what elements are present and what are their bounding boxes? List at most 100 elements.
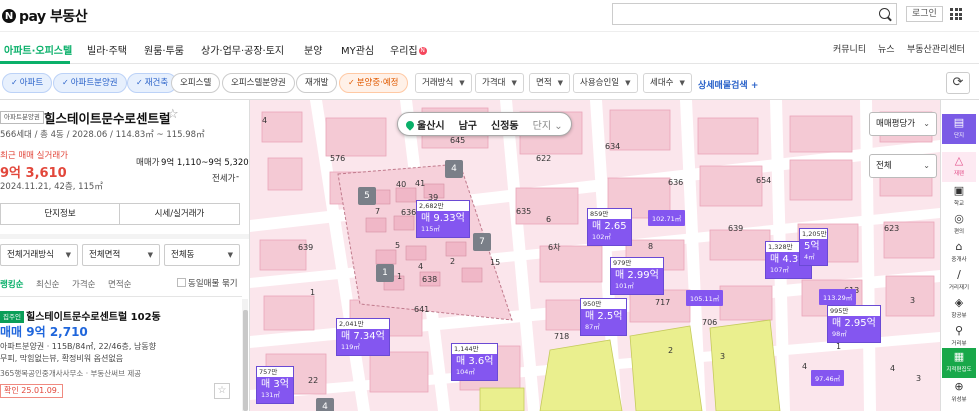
price-type-select[interactable]: 매매평당가 ⌄ (869, 112, 937, 136)
dropdown-trade-type[interactable]: 거래방식 ▼ (415, 73, 472, 93)
tool-label: 거리뷰 (951, 341, 967, 347)
chip-apartment[interactable]: ✓ 아파트 (2, 73, 53, 93)
tool-label: 항공뷰 (951, 313, 967, 319)
select-area[interactable]: 전체면적 ▼ (82, 244, 160, 266)
tab-villa-house[interactable]: 빌라·주택 (87, 42, 127, 57)
scrollbar-thumb[interactable] (243, 310, 248, 411)
tool-realtor[interactable]: ⌂ 중개사 (942, 238, 976, 268)
tool-school[interactable]: ▣ 학교 (942, 182, 976, 212)
sort-ranking[interactable]: 랭킹순 (0, 278, 23, 290)
location-breadcrumb[interactable]: 울산시 남구 신정동 단지 ⌄ (397, 112, 572, 136)
search-box[interactable] (612, 3, 897, 25)
cluster-marker[interactable]: 7 (473, 233, 491, 251)
tool-satellite[interactable]: ⊕ 위성뷰 (942, 378, 976, 408)
tool-convenience[interactable]: ◎ 편의 (942, 210, 976, 240)
chip-officetel-presale-right[interactable]: 오피스텔분양권 (222, 73, 295, 93)
price-marker[interactable]: 1,144만 매 3.6억 104㎡ (451, 343, 499, 381)
price-marker[interactable]: 995만 매 2.95억 98㎡ (827, 305, 881, 343)
community-link[interactable]: 커뮤니티 (833, 42, 866, 55)
chip-label: 재건축 (144, 78, 169, 88)
price-marker[interactable]: 859만 매 2.65 102㎡ (587, 208, 632, 246)
search-input[interactable] (613, 4, 868, 24)
convenience-icon: ◎ (954, 212, 964, 225)
lot-number: 636 (401, 208, 417, 217)
search-icon[interactable] (879, 8, 890, 19)
chip-officetel[interactable]: 오피스텔 (171, 73, 221, 93)
select-trade-type[interactable]: 전체거래방식 ▼ (0, 244, 78, 266)
loc-gu[interactable]: 남구 (459, 117, 477, 132)
loc-city[interactable]: 울산시 (404, 117, 445, 132)
price-history-button[interactable]: 시세/실거래가 (119, 203, 240, 225)
tool-measure[interactable]: ∕ 거리재기 (942, 266, 976, 296)
tool-aerial-view[interactable]: ◈ 항공뷰 (942, 294, 976, 324)
tool-redevelopment[interactable]: △ 재팬 (942, 152, 976, 182)
aerial-icon: ◈ (954, 296, 964, 309)
lot-number: 5 (395, 241, 401, 250)
tool-cadastral-map[interactable]: ▦ 지적편집도 (942, 348, 976, 378)
tab-my-interest[interactable]: MY관심 (341, 42, 374, 57)
loc-complex[interactable]: 단지 ⌄ (533, 117, 563, 132)
area-marker[interactable]: 102.71㎡ (648, 210, 686, 226)
tab-oneroom-tworoom[interactable]: 원룸·투룸 (144, 42, 184, 57)
price-marker[interactable]: 950만 매 2.5억 87㎡ (580, 298, 628, 336)
dropdown-price-range[interactable]: 가격대 ▼ (475, 73, 524, 93)
select-label: 매매평당가 (876, 119, 916, 129)
detail-search-link[interactable]: 상세매물검색 + (698, 78, 758, 91)
chip-presale-upcoming[interactable]: ✓ 분양중·예정 (339, 73, 408, 93)
chip-apartment-presale-right[interactable]: ✓ 아파트분양권 (53, 73, 127, 93)
logo-text: pay 부동산 (19, 9, 88, 25)
cluster-marker[interactable]: 4 (445, 160, 463, 178)
jeonse-price-label: 전세가 (212, 174, 236, 184)
naver-n-icon: N (2, 9, 16, 23)
tab-presale[interactable]: 분양 (304, 42, 322, 57)
price-marker[interactable]: 2,682만 매 9.33억 115㎡ (416, 200, 470, 238)
confirm-date-badge: 확인 25.01.09. (0, 384, 64, 398)
cluster-marker[interactable]: 5 (358, 187, 376, 205)
realtor-center-link[interactable]: 부동산관리센터 (907, 42, 965, 55)
area-marker[interactable]: 105.11㎡ (686, 290, 724, 306)
chip-redevelopment[interactable]: 재개발 (296, 73, 338, 93)
sort-area[interactable]: 면적순 (108, 278, 131, 290)
chevron-down-icon: ▼ (557, 79, 564, 87)
listing-favorite-icon[interactable]: ☆ (214, 383, 230, 399)
login-button[interactable]: 로그인 (906, 6, 943, 22)
price-marker[interactable]: 757만 매 3억 131㎡ (256, 366, 294, 404)
chip-reconstruction[interactable]: ✓ 재건축 (127, 73, 178, 93)
news-link[interactable]: 뉴스 (878, 42, 895, 55)
area-marker[interactable]: 97.46㎡ (811, 370, 845, 386)
refresh-icon[interactable]: ⟳ (946, 72, 970, 94)
sort-price[interactable]: 가격순 (72, 278, 95, 290)
favorite-star-icon[interactable]: ☆ (167, 107, 179, 122)
complex-info-button[interactable]: 단지정보 (0, 203, 120, 225)
complex-name: 힐스테이트문수로센트럴 (44, 111, 171, 126)
dropdown-households[interactable]: 세대수 ▼ (643, 73, 692, 93)
select-dong[interactable]: 전체동 ▼ (164, 244, 240, 266)
naver-pay-realty-logo[interactable]: N pay 부동산 (2, 6, 88, 26)
sort-latest[interactable]: 최신순 (36, 278, 59, 290)
lot-number: 6 (546, 215, 552, 224)
satellite-icon: ⊕ (954, 380, 964, 393)
group-duplicates-checkbox[interactable]: 동일매물 묶기 (177, 277, 238, 289)
cluster-marker[interactable]: 1 (376, 264, 394, 282)
price-marker[interactable]: 2,041만 매 7.34억 119㎡ (336, 318, 390, 356)
chevron-down-icon: ▼ (511, 79, 517, 87)
top-bar: N pay 부동산 로그인 (0, 0, 979, 32)
tab-my-home[interactable]: 우리집 N (390, 42, 427, 57)
listing-title[interactable]: 힐스테이트문수로센트럴 102동 (26, 308, 161, 323)
price-marker[interactable]: 979만 매 2.99억 101㎡ (610, 257, 664, 295)
cluster-marker[interactable]: 4 (316, 398, 334, 411)
marker-price: 매 3.6억 (456, 356, 494, 367)
price-marker[interactable]: 1,205만 5억 4㎡ (799, 228, 828, 266)
loc-dong[interactable]: 신정동 (491, 117, 519, 132)
apps-grid-icon[interactable] (950, 8, 962, 20)
dropdown-area[interactable]: 면적 ▼ (529, 73, 571, 93)
area-marker[interactable]: 113.29㎡ (819, 289, 857, 305)
tool-complex[interactable]: ▤ 단지 (942, 114, 976, 144)
marker-price: 매 9.33억 (421, 213, 465, 224)
map-view[interactable]: 576 639 40 41 39 7 636 5 1 2 4 15 638 62… (250, 100, 940, 411)
tab-apartment-officetel[interactable]: 아파트·오피스텔 (4, 42, 72, 57)
select-label: 전체거래방식 (7, 250, 54, 260)
tab-commercial-land[interactable]: 상가·업무·공장·토지 (201, 42, 284, 57)
dropdown-approval-date[interactable]: 사용승인일 ▼ (573, 73, 638, 93)
all-filter-select[interactable]: 전체 ⌄ (869, 154, 937, 178)
